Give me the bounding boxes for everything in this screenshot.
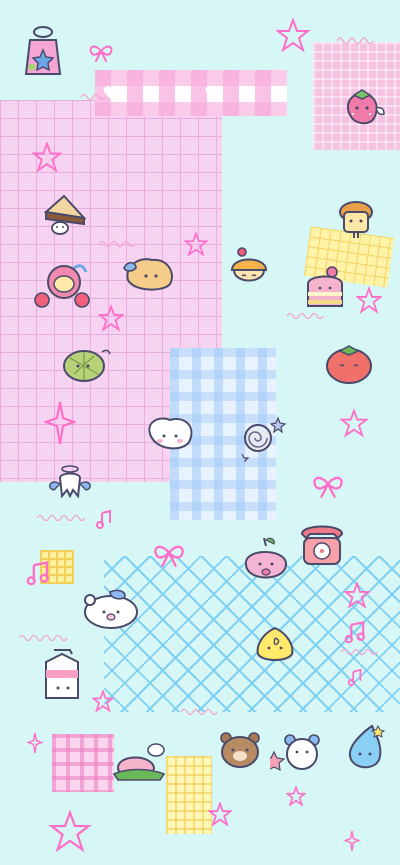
bow-icon <box>89 45 113 62</box>
cake-icon <box>307 266 343 307</box>
star-icon <box>48 810 92 852</box>
pink-gingham-strip <box>95 70 287 116</box>
squiggle-tag-icon <box>98 240 136 248</box>
alarm-clock-icon <box>270 734 320 772</box>
bun-icon <box>123 258 173 291</box>
star-icon <box>343 830 361 852</box>
star-icon <box>184 232 208 256</box>
star-icon <box>276 18 310 52</box>
toast-icon <box>339 201 373 238</box>
tomato-icon <box>326 345 372 384</box>
water-drop-icon <box>348 724 386 769</box>
wallpaper <box>0 0 400 865</box>
yellow-plaid-tile <box>166 756 212 834</box>
music-note-icon <box>347 668 362 687</box>
rice-ball-icon <box>256 626 294 661</box>
puppy-icon <box>148 417 193 450</box>
music-note-icon <box>96 510 111 529</box>
star-icon <box>32 142 62 172</box>
star-icon <box>286 786 306 806</box>
music-note-icon <box>344 621 365 644</box>
squiggle-tag-icon <box>340 648 378 656</box>
bun-icon <box>230 247 268 282</box>
gift-bag-icon <box>24 26 62 75</box>
star-icon <box>356 286 382 314</box>
star-icon <box>340 408 368 438</box>
peach-icon <box>112 743 166 781</box>
milk-carton-icon <box>45 649 79 699</box>
sandwich-icon <box>43 194 87 235</box>
bear-icon <box>84 589 138 629</box>
bear-icon <box>220 732 260 768</box>
squiggle-tag-icon <box>80 93 106 100</box>
squiggle-tag-icon <box>18 634 68 642</box>
melon-icon <box>63 349 111 382</box>
squiggle-tag-icon <box>36 514 86 522</box>
star-icon <box>26 732 44 754</box>
star-icon <box>98 304 124 332</box>
star-icon <box>44 401 76 445</box>
star-icon <box>344 582 370 608</box>
bow-icon <box>154 545 184 567</box>
squiggle-tag-icon <box>180 708 218 716</box>
peach-icon <box>245 537 288 579</box>
tooth-angel-icon <box>49 465 91 499</box>
star-icon <box>92 690 114 712</box>
squiggle-tag-icon <box>336 37 374 44</box>
star-icon <box>208 802 232 826</box>
strawberry-icon <box>346 89 385 125</box>
music-note-icon <box>26 561 49 586</box>
candy-icon <box>241 416 287 462</box>
strawberry-icon <box>34 264 90 308</box>
bow-icon <box>313 476 343 498</box>
heart-icon <box>205 85 221 99</box>
phone-icon <box>300 525 344 565</box>
pink-plaid-tile <box>52 734 114 792</box>
